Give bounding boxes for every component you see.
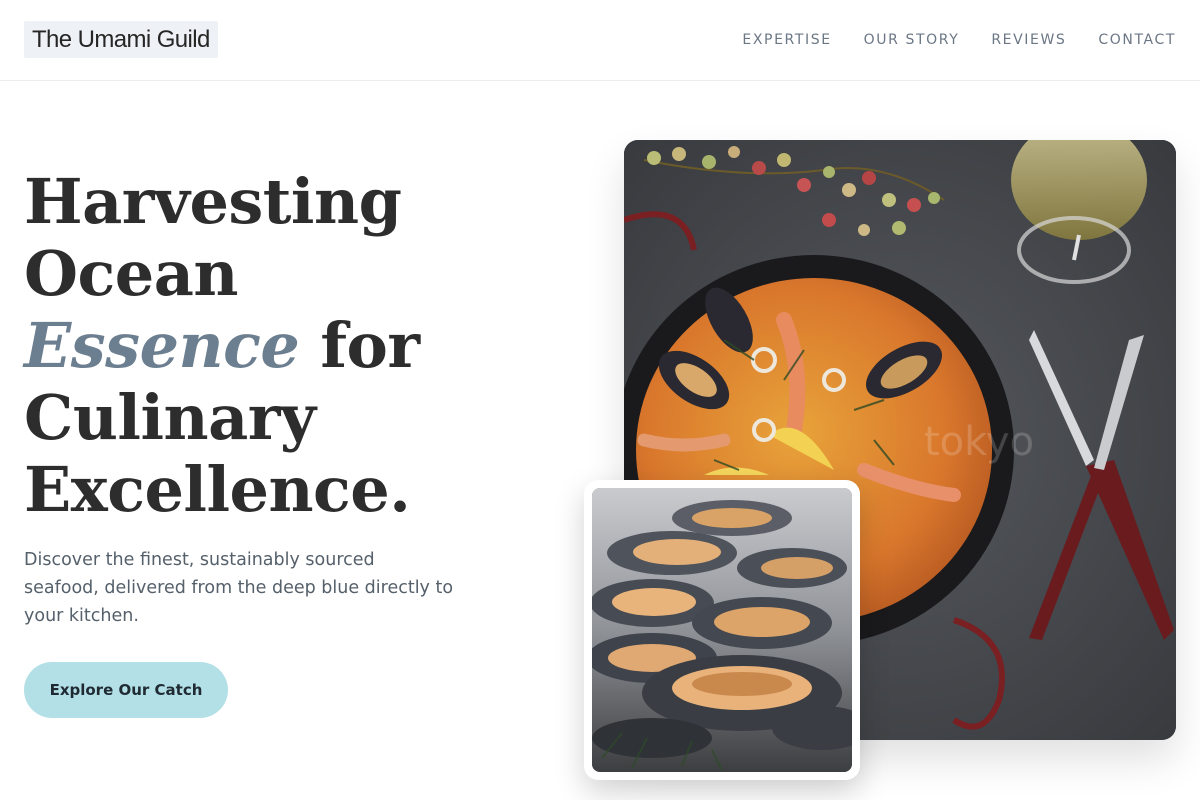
headline-line-5: Excellence. xyxy=(24,453,411,526)
headline-line-3: Essence for xyxy=(24,310,484,382)
watermark-text: tokyo xyxy=(924,419,1034,465)
nav-link-expertise[interactable]: EXPERTISE xyxy=(742,30,831,50)
mussels-illustration xyxy=(592,488,852,772)
hero-headline: Harvesting Ocean Essence for Culinary Ex… xyxy=(24,166,484,526)
headline-line-3-rest: for xyxy=(299,309,420,382)
mussels-photo xyxy=(592,488,852,772)
inset-photo-card xyxy=(584,480,860,780)
headline-line-1: Harvesting xyxy=(24,165,402,238)
main-nav: EXPERTISE OUR STORY REVIEWS CONTACT xyxy=(742,30,1176,50)
explore-catch-button[interactable]: Explore Our Catch xyxy=(24,662,228,718)
nav-link-our-story[interactable]: OUR STORY xyxy=(864,30,960,50)
headline-accent-word: Essence xyxy=(24,309,300,382)
site-header: The Umami Guild EXPERTISE OUR STORY REVI… xyxy=(0,0,1200,81)
site-logo[interactable]: The Umami Guild xyxy=(24,21,218,58)
headline-line-4: Culinary xyxy=(24,381,316,454)
nav-link-contact[interactable]: CONTACT xyxy=(1098,30,1176,50)
nav-link-reviews[interactable]: REVIEWS xyxy=(991,30,1066,50)
hero-subtext: Discover the finest, sustainably sourced… xyxy=(24,550,454,626)
headline-line-2: Ocean xyxy=(24,237,238,310)
